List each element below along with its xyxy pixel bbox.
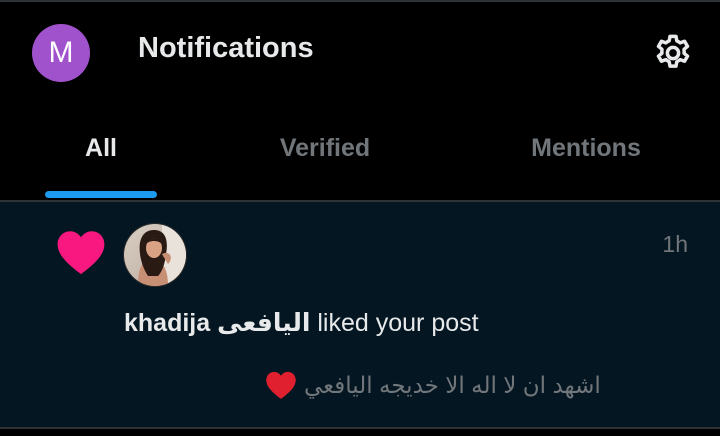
notifications-screen: M Notifications All Verified Mentions 1h… (0, 0, 720, 436)
avatar-photo (124, 224, 186, 286)
post-preview[interactable]: اشهد ان لا اله الا خديجه اليافعي (264, 370, 601, 400)
timestamp: 1h (662, 231, 688, 257)
tab-verified[interactable]: Verified (280, 134, 370, 163)
divider (0, 427, 720, 429)
post-preview-text: اشهد ان لا اله الا خديجه اليافعي (304, 371, 601, 398)
user-name[interactable]: khadija اليافعى (124, 309, 310, 337)
header: M Notifications (0, 2, 720, 100)
notification-action: liked your post (317, 309, 479, 337)
heart-emoji-icon (266, 371, 296, 399)
notification-text: khadija اليافعى liked your post (124, 308, 479, 338)
settings-button[interactable] (652, 32, 694, 74)
tab-bar: All Verified Mentions (0, 100, 720, 200)
account-avatar[interactable]: M (32, 24, 90, 82)
tab-mentions[interactable]: Mentions (531, 134, 641, 163)
notification-item[interactable]: 1h khadija اليافعى liked your post اشهد … (0, 202, 720, 427)
active-tab-indicator (45, 191, 157, 198)
user-avatar[interactable] (123, 223, 187, 287)
gear-icon (656, 34, 690, 68)
tab-all[interactable]: All (85, 134, 117, 163)
heart-icon (57, 231, 105, 275)
page-title: Notifications (138, 32, 314, 64)
